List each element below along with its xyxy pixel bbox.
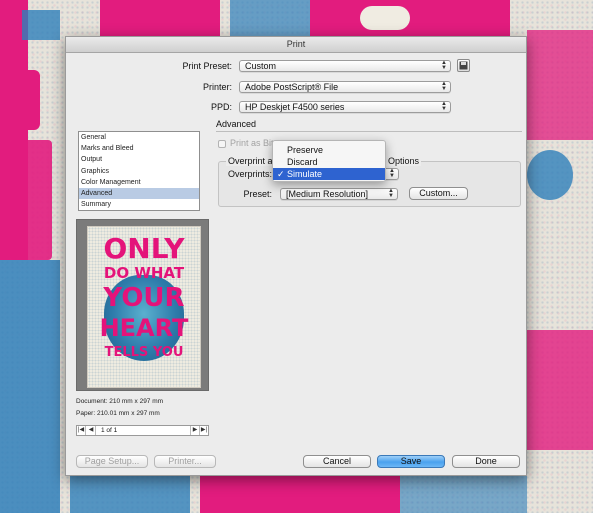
background-pink-shape — [527, 30, 593, 140]
page-indicator: 1 of 1 — [101, 427, 118, 434]
cancel-button[interactable]: Cancel — [303, 455, 371, 468]
printer-button[interactable]: Printer... — [154, 455, 216, 468]
menu-item-preserve[interactable]: Preserve — [273, 144, 385, 156]
menu-item-discard[interactable]: Discard — [273, 156, 385, 168]
background-blue-shape — [400, 476, 527, 513]
background-pink-shape — [310, 0, 510, 36]
print-as-bitmap-label: Print as Bit — [230, 138, 274, 148]
overprints-label: Overprints: — [227, 169, 272, 179]
ppd-popup[interactable]: HP Deskjet F4500 series ▲ ▼ — [239, 101, 451, 113]
popup-arrows-icon: ▲ ▼ — [441, 101, 447, 112]
page-setup-button[interactable]: Page Setup... — [76, 455, 148, 468]
overprints-menu: Preserve Discard ✓ Simulate — [272, 140, 386, 182]
ppd-value: HP Deskjet F4500 series — [245, 102, 345, 112]
poster-line: ONLY — [103, 232, 185, 265]
sidebar-item-summary[interactable]: Summary — [79, 199, 199, 210]
dialog-title: Print — [66, 37, 526, 53]
print-dialog: Print Print Preset: Custom ▲ ▼ Printer: A… — [65, 36, 527, 476]
checkmark-icon: ✓ — [277, 169, 285, 179]
poster-line: DO WHAT — [103, 264, 185, 282]
poster-line: TELLS YOU — [104, 345, 184, 360]
printer-value: Adobe PostScript® File — [245, 82, 339, 92]
ppd-label: PPD: — [210, 102, 232, 112]
menu-item-label: Simulate — [287, 169, 323, 179]
section-list: General Marks and Bleed Output Graphics … — [78, 131, 200, 211]
print-as-bitmap-checkbox[interactable] — [218, 140, 226, 148]
previous-page-icon[interactable]: ◀ — [87, 426, 96, 435]
popup-arrows-icon: ▲ ▼ — [388, 188, 394, 199]
background-pink-shape — [200, 476, 400, 513]
background-pink-shape — [0, 70, 40, 130]
sidebar-item-marks-and-bleed[interactable]: Marks and Bleed — [79, 143, 199, 154]
print-preview: ONLY DO WHAT YOUR HEART TELLS YOU — [76, 219, 209, 391]
poster-line: YOUR — [103, 283, 185, 313]
background-pink-shape — [527, 330, 593, 450]
last-page-icon[interactable]: ▶| — [199, 426, 208, 435]
print-preset-value: Custom — [245, 61, 277, 71]
save-button[interactable]: Save — [377, 455, 445, 468]
menu-item-label: Preserve — [287, 145, 324, 155]
popup-arrows-icon: ▲ ▼ — [389, 168, 395, 179]
background-pink-shape — [10, 140, 52, 260]
printer-label: Printer: — [202, 82, 232, 92]
background-blue-shape — [527, 150, 573, 200]
poster-line: HEART — [99, 314, 189, 342]
preset-label: Preset: — [243, 189, 272, 199]
document-size: Document: 210 mm x 297 mm — [76, 398, 164, 405]
background-cream-shape — [360, 6, 410, 30]
background-blue-shape — [22, 10, 60, 40]
sidebar-item-advanced[interactable]: Advanced — [79, 187, 199, 200]
background-blue-shape — [230, 0, 310, 37]
print-preset-label: Print Preset: — [182, 61, 232, 71]
page-navigator: |◀ ◀ 1 of 1 ▶ ▶| — [76, 425, 209, 436]
popup-arrows-icon: ▲ ▼ — [441, 81, 447, 92]
done-button[interactable]: Done — [452, 455, 520, 468]
sidebar-item-output[interactable]: Output — [79, 154, 199, 165]
floppy-disk-icon — [459, 61, 468, 70]
background-pink-shape — [100, 0, 220, 38]
overprint-group-title-left: Overprint a — [226, 156, 275, 166]
custom-button[interactable]: Custom... — [409, 187, 468, 200]
menu-item-label: Discard — [287, 157, 318, 167]
printer-popup[interactable]: Adobe PostScript® File ▲ ▼ — [239, 81, 451, 93]
preset-value: [Medium Resolution] — [286, 189, 369, 199]
sidebar-item-general[interactable]: General — [79, 132, 199, 143]
menu-item-simulate[interactable]: ✓ Simulate — [273, 168, 385, 180]
preset-popup[interactable]: [Medium Resolution] ▲ ▼ — [280, 188, 398, 200]
background-blue-shape — [70, 476, 190, 513]
sidebar-item-graphics[interactable]: Graphics — [79, 166, 199, 177]
print-preset-popup[interactable]: Custom ▲ ▼ — [239, 60, 451, 72]
sidebar-item-color-management[interactable]: Color Management — [79, 177, 199, 188]
save-preset-button[interactable] — [457, 59, 470, 72]
background-blue-shape — [0, 260, 60, 513]
section-divider — [216, 131, 522, 132]
paper-size: Paper: 210.01 mm x 297 mm — [76, 410, 160, 417]
popup-arrows-icon: ▲ ▼ — [441, 60, 447, 71]
first-page-icon[interactable]: |◀ — [77, 426, 86, 435]
poster-thumbnail: ONLY DO WHAT YOUR HEART TELLS YOU — [87, 226, 201, 388]
advanced-section-title: Advanced — [216, 119, 257, 129]
overprint-group-title-right: Options — [386, 156, 422, 166]
